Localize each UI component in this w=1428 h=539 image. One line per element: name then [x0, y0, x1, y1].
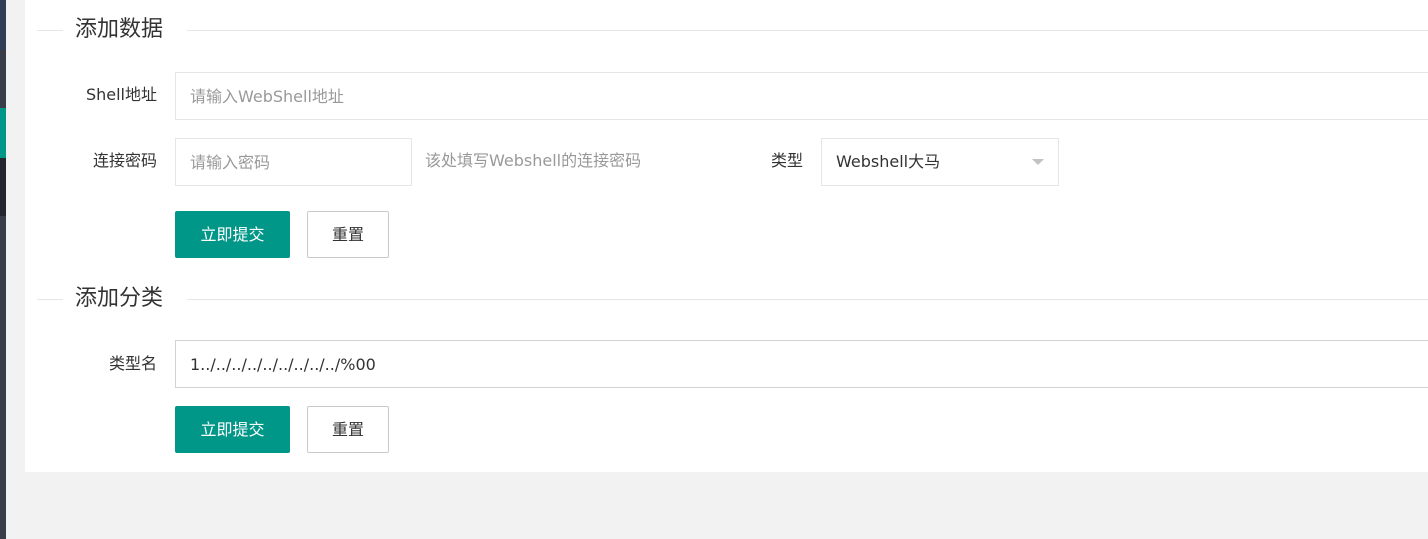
add-category-legend: 添加分类 [75, 286, 164, 311]
fieldset-line [187, 30, 1428, 31]
add-category-fieldset-title: 添加分类 [37, 286, 1428, 311]
sidebar-edge [0, 0, 6, 539]
category-name-label: 类型名 [108, 354, 157, 373]
shell-address-input[interactable] [175, 72, 1428, 120]
type-label: 类型 [770, 151, 803, 170]
password-hint: 该处填写Webshell的连接密码 [425, 151, 642, 170]
add-category-reset-button[interactable]: 重置 [307, 406, 389, 453]
add-category-submit-button[interactable]: 立即提交 [175, 406, 290, 453]
fieldset-line [37, 299, 63, 300]
type-select-value: Webshell大马 [836, 152, 941, 171]
chevron-down-icon [1032, 159, 1044, 165]
password-label: 连接密码 [92, 151, 157, 170]
add-data-fieldset-title: 添加数据 [37, 17, 1428, 42]
password-input[interactable] [175, 138, 412, 186]
sidebar-edge-active-segment [0, 108, 6, 158]
add-data-legend: 添加数据 [75, 17, 164, 42]
add-data-submit-button[interactable]: 立即提交 [175, 211, 290, 258]
fieldset-line [187, 299, 1428, 300]
fieldset-line [37, 30, 63, 31]
sidebar-edge-segment [0, 158, 6, 216]
sidebar-edge-segment [0, 0, 6, 50]
add-data-reset-button[interactable]: 重置 [307, 211, 389, 258]
type-select[interactable]: Webshell大马 [821, 138, 1059, 186]
form-card: 添加数据 Shell地址 连接密码 该处填写Webshell的连接密码 类型 W… [25, 0, 1428, 472]
shell-address-label: Shell地址 [85, 85, 157, 104]
category-name-input[interactable] [175, 340, 1428, 388]
